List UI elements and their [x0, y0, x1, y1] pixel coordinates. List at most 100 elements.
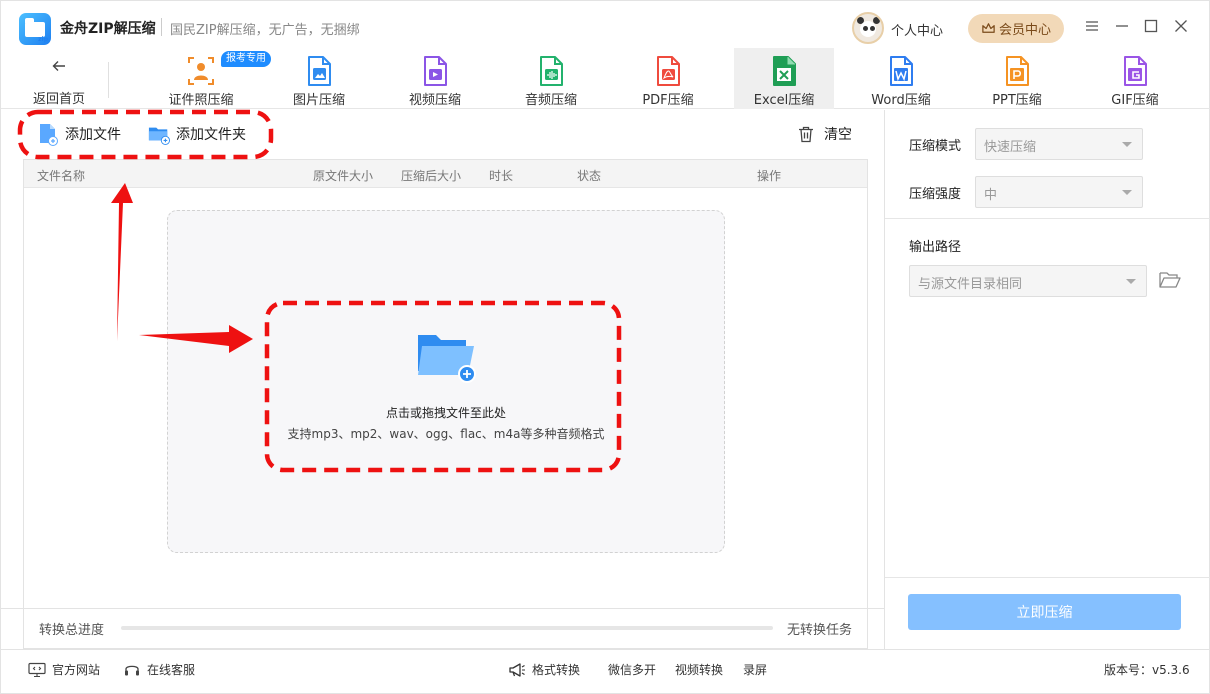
tab-audio[interactable]: 音频压缩	[501, 48, 601, 109]
progress-status: 无转换任务	[787, 623, 853, 638]
add-folder-icon	[418, 335, 476, 383]
drop-title: 点击或拖拽文件至此处	[385, 406, 506, 420]
strength-label: 压缩强度	[909, 187, 962, 202]
screen-record-link[interactable]: 录屏	[743, 661, 767, 678]
chevron-down-icon	[1122, 190, 1132, 195]
avatar[interactable]	[852, 12, 884, 44]
wechat-multi-link[interactable]: 微信多开	[608, 661, 656, 678]
official-website-label: 官方网站	[52, 663, 101, 677]
drop-hint: 支持mp3、mp2、wav、ogg、flac、m4a等多种音频格式	[287, 427, 605, 441]
drop-zone[interactable]: 点击或拖拽文件至此处 支持mp3、mp2、wav、ogg、flac、m4a等多种…	[167, 210, 725, 553]
tab-word-label: Word压缩	[871, 93, 931, 108]
version-label: 版本号：v5.3.6	[1104, 663, 1190, 677]
column-duration: 时长	[489, 169, 514, 183]
settings-divider	[885, 218, 1210, 219]
video-file-icon	[424, 56, 447, 86]
screen-record-label: 录屏	[743, 663, 768, 677]
video-convert-link[interactable]: 视频转换	[675, 661, 723, 678]
arrow-left-icon	[52, 61, 65, 71]
tab-video-label: 视频压缩	[408, 93, 461, 108]
gif-file-icon	[1124, 56, 1147, 86]
file-table: 文件名称 原文件大小 压缩后大小 时长 状态 操作 点击或拖拽文件至此处 支持m…	[23, 159, 868, 649]
open-folder-icon[interactable]	[1158, 270, 1182, 290]
official-website-link[interactable]: 官方网站	[28, 661, 100, 678]
progress-label: 转换总进度	[39, 623, 105, 638]
online-support-link[interactable]: 在线客服	[123, 661, 195, 678]
add-folder-button[interactable]: 添加文件夹	[148, 122, 246, 146]
strength-select[interactable]: 中	[975, 176, 1143, 208]
tab-pdf[interactable]: PDF压缩	[618, 48, 718, 109]
online-support-label: 在线客服	[147, 663, 196, 677]
file-panel: 添加文件 添加文件夹 清空 文件名称 原文件大小 压缩后大小 时长 状态 操作 …	[1, 110, 884, 650]
add-folder-icon	[148, 127, 170, 145]
back-home-label: 返回首页	[32, 92, 85, 107]
headset-icon	[125, 665, 139, 675]
column-file-name: 文件名称	[37, 169, 86, 183]
add-folder-label: 添加文件夹	[176, 127, 246, 143]
output-label: 输出路径	[909, 240, 962, 255]
vip-center-label: 会员中心	[998, 23, 1051, 38]
tab-video[interactable]: 视频压缩	[385, 48, 485, 109]
mode-label: 压缩模式	[909, 139, 962, 154]
compress-now-button[interactable]: 立即压缩	[908, 594, 1181, 630]
add-file-button[interactable]: 添加文件	[37, 122, 121, 146]
clear-button[interactable]: 清空	[798, 124, 852, 144]
tab-image[interactable]: 图片压缩	[269, 48, 369, 109]
settings-panel: 压缩模式 快速压缩 压缩强度 中 输出路径 与源文件目录相同 立即压缩	[884, 110, 1210, 650]
pdf-file-icon	[657, 56, 680, 86]
chevron-down-icon	[1122, 142, 1132, 147]
trash-icon	[799, 126, 813, 142]
tab-excel-label: Excel压缩	[753, 93, 815, 108]
progress-row: 转换总进度 无转换任务	[1, 608, 884, 646]
tab-gif-label: GIF压缩	[1111, 93, 1159, 108]
tab-audio-label: 音频压缩	[524, 93, 577, 108]
vip-center-button[interactable]: 会员中心	[968, 14, 1064, 43]
add-bar: 添加文件 添加文件夹 清空	[23, 110, 868, 158]
personal-center-link[interactable]: 个人中心	[891, 20, 943, 39]
app-logo-icon: zip	[19, 13, 51, 45]
tab-word[interactable]: Word压缩	[851, 48, 951, 109]
format-convert-link[interactable]: 格式转换	[508, 661, 580, 678]
footer: 官方网站 在线客服 格式转换 微信多开 视频转换 录屏 版本号：v5.3.6	[1, 649, 1210, 693]
column-original-size: 原文件大小	[313, 169, 374, 183]
toolbar-divider	[108, 62, 109, 98]
wechat-multi-label: 微信多开	[608, 663, 657, 677]
excel-file-icon	[773, 56, 796, 86]
title-bar: zip 金舟ZIP解压缩 国民ZIP解压缩，无广告，无捆绑 个人中心 会员中心	[1, 1, 1210, 51]
ppt-file-icon	[1006, 56, 1029, 86]
format-convert-label: 格式转换	[532, 663, 581, 677]
tab-id-photo-label: 证件照压缩	[168, 93, 234, 108]
version-text: 版本号：v5.3.6	[1104, 661, 1190, 678]
tab-gif[interactable]: GIF压缩	[1085, 48, 1185, 109]
strength-value: 中	[984, 188, 998, 203]
menu-icon[interactable]	[1084, 18, 1100, 34]
add-file-label: 添加文件	[65, 127, 121, 143]
output-path-select[interactable]: 与源文件目录相同	[909, 265, 1147, 297]
maximize-icon[interactable]	[1143, 18, 1159, 34]
tool-bar: 返回首页 证件照压缩 报考专用 图片压缩 视频压缩 音频压缩 PDF压缩 Exc…	[1, 48, 1210, 109]
column-status: 状态	[577, 169, 602, 183]
app-window: zip 金舟ZIP解压缩 国民ZIP解压缩，无广告，无捆绑 个人中心 会员中心	[0, 0, 1210, 694]
add-file-icon	[40, 124, 58, 146]
tab-ppt[interactable]: PPT压缩	[967, 48, 1067, 109]
crown-icon	[982, 23, 995, 33]
mode-select[interactable]: 快速压缩	[975, 128, 1143, 160]
output-path-value: 与源文件目录相同	[918, 277, 1023, 292]
video-convert-label: 视频转换	[675, 663, 724, 677]
column-action: 操作	[757, 169, 782, 183]
table-header: 文件名称 原文件大小 压缩后大小 时长 状态 操作	[24, 160, 867, 188]
megaphone-icon	[509, 662, 525, 677]
exam-badge: 报考专用	[221, 51, 271, 67]
minimize-icon[interactable]	[1114, 18, 1130, 34]
tab-excel[interactable]: Excel压缩	[734, 48, 834, 109]
tab-image-label: 图片压缩	[292, 93, 345, 108]
back-home-button[interactable]: 返回首页	[31, 58, 87, 107]
word-file-icon	[890, 56, 913, 86]
audio-file-icon	[540, 56, 563, 86]
mode-value: 快速压缩	[984, 140, 1037, 155]
close-icon[interactable]	[1173, 18, 1189, 34]
image-file-icon	[308, 56, 331, 86]
id-photo-icon	[188, 57, 214, 85]
tab-ppt-label: PPT压缩	[992, 93, 1042, 108]
tab-pdf-label: PDF压缩	[642, 93, 694, 108]
